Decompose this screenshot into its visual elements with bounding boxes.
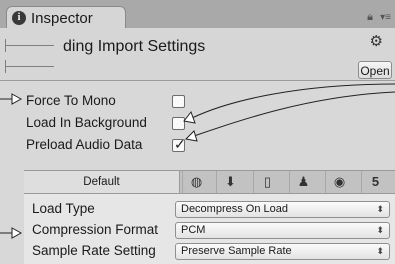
callout-arrowhead: [11, 227, 23, 239]
callout-line: [193, 91, 395, 137]
callout-arrowhead: [11, 93, 23, 105]
callout-arrowhead: [183, 110, 196, 124]
callout-arrows: [0, 83, 395, 239]
callout-line: [191, 83, 395, 119]
callout-arrowhead: [184, 130, 198, 142]
